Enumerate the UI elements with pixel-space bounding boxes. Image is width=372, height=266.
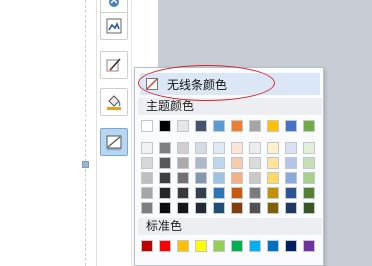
theme-color-swatch[interactable]: [231, 120, 243, 132]
theme-color-swatch[interactable]: [303, 120, 315, 132]
standard-colors-heading: 标准色: [138, 218, 322, 235]
document-canvas: [0, 0, 80, 266]
theme-color-swatch[interactable]: [177, 120, 189, 132]
theme-tint-swatch[interactable]: [267, 172, 279, 184]
theme-tint-swatch[interactable]: [195, 202, 207, 214]
standard-color-swatch[interactable]: [213, 240, 225, 252]
theme-tint-swatch[interactable]: [141, 202, 153, 214]
picture-icon: [105, 17, 123, 35]
theme-tint-swatch[interactable]: [285, 142, 297, 154]
theme-tint-swatch[interactable]: [267, 157, 279, 169]
theme-tint-swatch[interactable]: [159, 142, 171, 154]
theme-tint-swatch[interactable]: [213, 202, 225, 214]
theme-tint-swatch[interactable]: [213, 157, 225, 169]
standard-color-swatch[interactable]: [159, 240, 171, 252]
theme-tint-swatch[interactable]: [159, 157, 171, 169]
theme-tint-swatch[interactable]: [141, 157, 153, 169]
theme-tint-swatch[interactable]: [231, 157, 243, 169]
edit-shape-button[interactable]: [100, 51, 128, 79]
theme-tint-swatch[interactable]: [231, 172, 243, 184]
no-color-icon: [146, 78, 158, 90]
theme-tint-swatch[interactable]: [195, 157, 207, 169]
theme-tint-swatch[interactable]: [177, 187, 189, 199]
theme-color-swatch[interactable]: [249, 120, 261, 132]
theme-tint-swatch[interactable]: [249, 142, 261, 154]
theme-color-swatch[interactable]: [213, 120, 225, 132]
fill-bucket-icon: [105, 93, 123, 111]
theme-tint-swatch[interactable]: [303, 202, 315, 214]
theme-tint-swatch[interactable]: [303, 187, 315, 199]
line-color-dropdown: 无线条颜色 主题颜色 标准色: [134, 67, 324, 266]
theme-tint-swatch[interactable]: [303, 172, 315, 184]
theme-tint-swatch[interactable]: [177, 157, 189, 169]
standard-color-row: [141, 240, 315, 252]
line-color-icon: [105, 133, 123, 151]
theme-color-swatch[interactable]: [285, 120, 297, 132]
theme-color-tints: [141, 142, 315, 214]
theme-color-swatch[interactable]: [195, 120, 207, 132]
standard-color-swatch[interactable]: [195, 240, 207, 252]
theme-tint-swatch[interactable]: [213, 187, 225, 199]
theme-tint-swatch[interactable]: [285, 172, 297, 184]
theme-tint-swatch[interactable]: [285, 157, 297, 169]
theme-tint-swatch[interactable]: [177, 202, 189, 214]
theme-tint-swatch[interactable]: [141, 187, 153, 199]
edit-shape-icon: [105, 56, 123, 74]
theme-tint-swatch[interactable]: [195, 187, 207, 199]
standard-color-swatch[interactable]: [249, 240, 261, 252]
selection-handle[interactable]: [82, 161, 89, 168]
page-guide-line: [85, 0, 86, 266]
theme-tint-swatch[interactable]: [231, 202, 243, 214]
picture-button[interactable]: [100, 12, 128, 40]
theme-color-row: [141, 120, 315, 132]
theme-tint-swatch[interactable]: [141, 172, 153, 184]
theme-tint-swatch[interactable]: [213, 142, 225, 154]
theme-color-swatch[interactable]: [267, 120, 279, 132]
standard-color-swatch[interactable]: [177, 240, 189, 252]
no-line-color-label: 无线条颜色: [167, 77, 228, 92]
theme-tint-swatch[interactable]: [177, 142, 189, 154]
theme-tint-swatch[interactable]: [195, 142, 207, 154]
theme-tint-swatch[interactable]: [249, 202, 261, 214]
theme-tint-swatch[interactable]: [231, 187, 243, 199]
quick-toolbar: [96, 0, 132, 266]
theme-tint-swatch[interactable]: [213, 172, 225, 184]
theme-tint-swatch[interactable]: [303, 157, 315, 169]
theme-tint-swatch[interactable]: [249, 157, 261, 169]
fill-color-button[interactable]: [100, 88, 128, 116]
theme-tint-swatch[interactable]: [249, 187, 261, 199]
theme-tint-swatch[interactable]: [159, 172, 171, 184]
shape-icon: [106, 0, 122, 10]
theme-tint-swatch[interactable]: [159, 202, 171, 214]
theme-tint-swatch[interactable]: [285, 187, 297, 199]
theme-tint-swatch[interactable]: [231, 142, 243, 154]
theme-tint-swatch[interactable]: [285, 202, 297, 214]
line-color-button[interactable]: [100, 128, 128, 156]
theme-tint-swatch[interactable]: [195, 172, 207, 184]
theme-color-swatch[interactable]: [159, 120, 171, 132]
standard-color-swatch[interactable]: [231, 240, 243, 252]
theme-tint-swatch[interactable]: [177, 172, 189, 184]
theme-tint-swatch[interactable]: [267, 202, 279, 214]
standard-color-swatch[interactable]: [285, 240, 297, 252]
no-line-color-option[interactable]: 无线条颜色: [140, 73, 320, 95]
theme-tint-swatch[interactable]: [267, 187, 279, 199]
theme-tint-swatch[interactable]: [159, 187, 171, 199]
theme-tint-swatch[interactable]: [249, 172, 261, 184]
theme-tint-swatch[interactable]: [303, 142, 315, 154]
standard-color-swatch[interactable]: [141, 240, 153, 252]
theme-color-swatch[interactable]: [141, 120, 153, 132]
standard-color-swatch[interactable]: [267, 240, 279, 252]
theme-tint-swatch[interactable]: [141, 142, 153, 154]
theme-tint-swatch[interactable]: [267, 142, 279, 154]
standard-color-swatch[interactable]: [303, 240, 315, 252]
theme-colors-heading: 主题颜色: [138, 98, 322, 115]
